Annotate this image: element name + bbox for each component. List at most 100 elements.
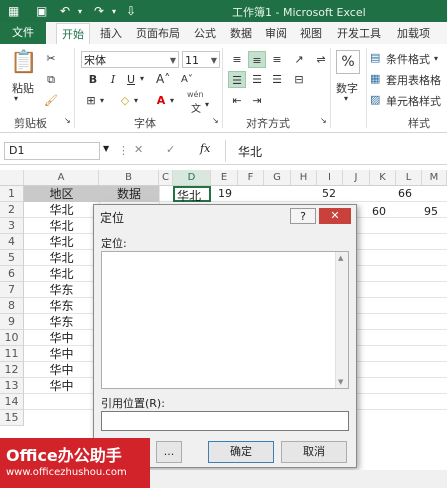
vertical-scrollbar[interactable]: ▲ ▼ — [335, 252, 348, 388]
scroll-down-icon[interactable]: ▼ — [338, 378, 343, 386]
cell-a5[interactable]: 华北 — [24, 250, 99, 266]
cell-a13[interactable]: 华中 — [24, 378, 99, 394]
column-header[interactable]: K — [370, 170, 396, 185]
row-header[interactable]: 5 — [0, 250, 24, 266]
cell-a12[interactable]: 华中 — [24, 362, 99, 378]
insert-function-icon[interactable]: fx — [200, 142, 210, 155]
select-all-corner[interactable] — [0, 170, 24, 185]
underline-dropdown-icon[interactable]: ▾ — [140, 74, 144, 83]
font-color-dropdown-icon[interactable]: ▾ — [170, 96, 174, 105]
chevron-down-icon[interactable]: ▼ — [211, 52, 217, 69]
row-header[interactable]: 1 — [0, 186, 24, 202]
name-box-dropdown-icon[interactable]: ▼ — [103, 144, 109, 153]
cell-a1[interactable]: 地区 — [24, 186, 99, 202]
underline-icon[interactable]: U — [122, 71, 140, 88]
reference-input[interactable] — [101, 411, 349, 431]
row-header[interactable]: 4 — [0, 234, 24, 250]
borders-dropdown-icon[interactable]: ▾ — [100, 96, 104, 105]
cell-style-button[interactable]: 单元格样式 — [386, 93, 441, 109]
cell-k2[interactable]: 60 — [372, 204, 392, 220]
align-left-icon[interactable]: ☰ — [228, 71, 246, 88]
column-header[interactable]: G — [264, 170, 291, 185]
cell-style-icon[interactable]: ▨ — [370, 93, 380, 106]
row-header[interactable]: 10 — [0, 330, 24, 346]
tab-insert[interactable]: 插入 — [100, 25, 122, 41]
align-top-icon[interactable]: ≡ — [228, 51, 246, 68]
font-launcher-icon[interactable]: ↘ — [212, 116, 219, 125]
cell-a9[interactable]: 华东 — [24, 314, 99, 330]
font-size-up-icon[interactable]: A˄ — [156, 72, 170, 86]
bold-icon[interactable]: B — [84, 71, 102, 88]
font-name-combo[interactable]: 宋体 ▼ — [81, 51, 179, 68]
cell-a10[interactable]: 华中 — [24, 330, 99, 346]
format-painter-icon[interactable]: 🖌 — [42, 92, 60, 109]
column-header[interactable]: D — [173, 170, 211, 185]
percent-icon[interactable]: % — [336, 50, 360, 74]
increase-indent-icon[interactable]: ⇥ — [248, 92, 266, 109]
align-center-icon[interactable]: ☰ — [248, 71, 266, 88]
column-header[interactable]: A — [24, 170, 99, 185]
tab-home[interactable]: 开始 — [56, 23, 90, 45]
column-header[interactable]: E — [211, 170, 238, 185]
chevron-down-icon[interactable]: ▼ — [170, 52, 176, 69]
conditional-format-button[interactable]: 条件格式 — [386, 51, 430, 67]
merge-cells-icon[interactable]: ⊟ — [290, 71, 308, 88]
clipboard-launcher-icon[interactable]: ↘ — [64, 116, 71, 125]
font-color-icon[interactable]: A — [152, 92, 170, 109]
cell-a8[interactable]: 华东 — [24, 298, 99, 314]
tab-data[interactable]: 数据 — [230, 25, 252, 41]
row-header[interactable]: 8 — [0, 298, 24, 314]
cell-e1[interactable]: 19 — [218, 186, 238, 202]
row-header[interactable]: 14 — [0, 394, 24, 410]
row-header[interactable]: 11 — [0, 346, 24, 362]
special-button[interactable]: ... — [156, 441, 182, 463]
column-header[interactable]: I — [317, 170, 343, 185]
row-header[interactable]: 2 — [0, 202, 24, 218]
font-size-combo[interactable]: 11 ▼ — [182, 51, 220, 68]
save-icon[interactable]: ▣ — [36, 4, 47, 18]
cell-m2[interactable]: 95 — [424, 204, 444, 220]
conditional-format-icon[interactable]: ▤ — [370, 51, 380, 64]
borders-icon[interactable]: ⊞ — [82, 92, 100, 109]
cell-j1[interactable]: 52 — [322, 186, 342, 202]
row-header[interactable]: 12 — [0, 362, 24, 378]
tab-addins[interactable]: 加载项 — [397, 25, 430, 41]
font-size-down-icon[interactable]: A˅ — [181, 74, 193, 85]
tab-file[interactable]: 文件 — [0, 22, 46, 44]
column-header[interactable]: J — [343, 170, 370, 185]
confirm-entry-icon[interactable]: ✓ — [166, 143, 175, 156]
cell-a6[interactable]: 华北 — [24, 266, 99, 282]
align-middle-icon[interactable]: ≡ — [248, 51, 266, 68]
row-header[interactable]: 6 — [0, 266, 24, 282]
formula-input[interactable]: 华北 — [238, 143, 262, 160]
paste-icon[interactable]: 📋 — [10, 50, 37, 75]
redo-dropdown-icon[interactable]: ▾ — [112, 7, 116, 16]
row-header[interactable]: 3 — [0, 218, 24, 234]
tab-developer[interactable]: 开发工具 — [337, 25, 381, 41]
decrease-indent-icon[interactable]: ⇤ — [228, 92, 246, 109]
tab-page-layout[interactable]: 页面布局 — [136, 25, 180, 41]
column-header[interactable]: C — [159, 170, 173, 185]
column-header[interactable]: L — [396, 170, 422, 185]
italic-icon[interactable]: I — [104, 71, 122, 88]
cell-a2[interactable]: 华北 — [24, 202, 99, 218]
cell-b1[interactable]: 数据 — [99, 186, 159, 202]
tab-review[interactable]: 审阅 — [265, 25, 287, 41]
phonetic-dropdown-icon[interactable]: ▾ — [205, 100, 209, 109]
row-header[interactable]: 7 — [0, 282, 24, 298]
cell-l1[interactable]: 66 — [398, 186, 418, 202]
tab-view[interactable]: 视图 — [300, 25, 322, 41]
redo-icon[interactable]: ↷ — [94, 4, 104, 18]
cell-a4[interactable]: 华北 — [24, 234, 99, 250]
cell-a3[interactable]: 华北 — [24, 218, 99, 234]
undo-icon[interactable]: ↶ — [60, 4, 70, 18]
cell-a11[interactable]: 华中 — [24, 346, 99, 362]
phonetic-icon[interactable]: wén — [187, 90, 204, 99]
align-bottom-icon[interactable]: ≡ — [268, 51, 286, 68]
number-format-dropdown-icon[interactable]: ▾ — [344, 94, 348, 103]
wrap-text-icon[interactable]: ⇌ — [312, 51, 330, 68]
table-format-icon[interactable]: ▦ — [370, 72, 380, 85]
row-header[interactable]: 9 — [0, 314, 24, 330]
phonetic-char-icon[interactable]: 文 — [191, 100, 201, 115]
undo-dropdown-icon[interactable]: ▾ — [78, 7, 82, 16]
